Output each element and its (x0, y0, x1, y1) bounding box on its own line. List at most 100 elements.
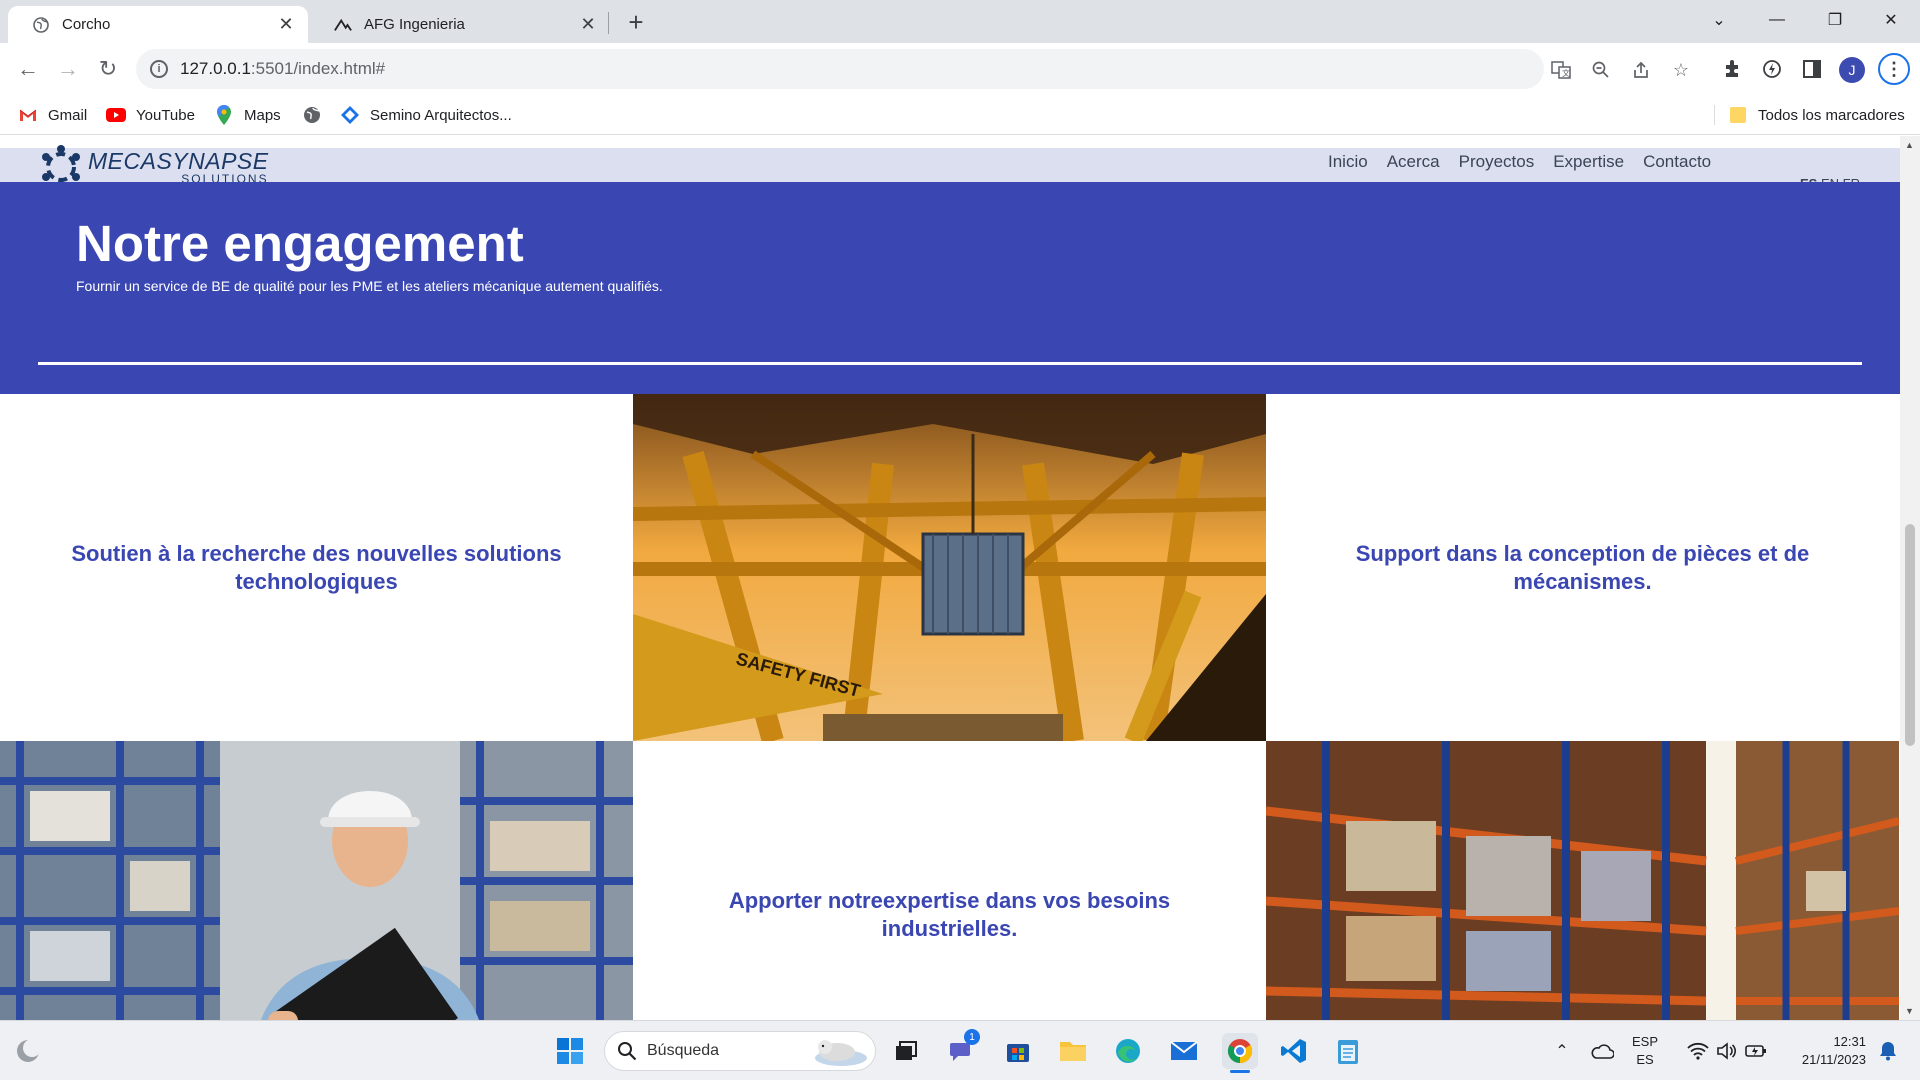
taskbar-search[interactable]: Búsqueda (604, 1031, 876, 1071)
restore-button[interactable]: ❐ (1806, 0, 1864, 40)
bookmark-semino[interactable]: Semino Arquitectos... (340, 103, 512, 127)
scroll-up-arrow-icon[interactable]: ▲ (1905, 140, 1914, 150)
nav-contacto[interactable]: Contacto (1643, 152, 1711, 172)
bookmarks-divider (1714, 105, 1715, 125)
notepad-icon[interactable] (1330, 1033, 1366, 1069)
bookmark-star-icon[interactable]: ☆ (1670, 59, 1692, 81)
search-label: Búsqueda (647, 1042, 720, 1059)
folder-icon (1728, 105, 1748, 125)
all-bookmarks-folder[interactable]: Todos los marcadores (1728, 103, 1905, 127)
windows-taskbar: Búsqueda 1 ⌃ ESP ES 12:31 21/11/2023 (0, 1020, 1920, 1080)
new-tab-button[interactable]: + (622, 7, 650, 37)
side-panel-icon[interactable] (1800, 57, 1824, 81)
page-scrollbar[interactable]: ▲ ▼ (1900, 136, 1920, 1020)
bookmark-gmail[interactable]: Gmail (18, 103, 87, 127)
input-language-indicator[interactable]: ESP ES (1632, 1033, 1658, 1068)
youtube-icon (106, 105, 126, 125)
photo-warehouse-aisle (1266, 741, 1899, 1020)
tab-divider (608, 12, 609, 34)
tab-corcho[interactable]: Corcho ✕ (8, 6, 308, 43)
browser-toolbar: ← → ↻ i 127.0.0.1:5501/index.html# 文 ☆ J… (0, 43, 1920, 95)
clock[interactable]: 12:31 21/11/2023 (1786, 1033, 1866, 1068)
diamond-icon (340, 105, 360, 125)
page-viewport: MECASYNAPSE SOLUTIONS Inicio Acerca Proy… (0, 136, 1900, 1020)
onedrive-cloud-icon[interactable] (1584, 1033, 1620, 1069)
lang-bottom: ES (1636, 1051, 1654, 1067)
show-hidden-icons-icon[interactable]: ⌃ (1544, 1033, 1580, 1069)
nav-acerca[interactable]: Acerca (1387, 152, 1440, 172)
photo-warehouse-engineer (0, 741, 633, 1020)
close-tab-icon[interactable]: ✕ (274, 13, 298, 37)
hero-subtitle: Fournir un service de BE de qualité pour… (76, 278, 663, 294)
globe-icon (302, 105, 322, 125)
photo-port-crane: SAFETY FIRST (633, 394, 1266, 741)
lang-top: ESP (1632, 1034, 1659, 1049)
minimize-button[interactable]: — (1748, 0, 1806, 40)
teams-chat-icon[interactable]: 1 (944, 1029, 980, 1069)
profile-avatar[interactable]: J (1839, 57, 1865, 83)
translate-icon[interactable]: 文 (1550, 59, 1572, 81)
afg-logo-icon (334, 16, 352, 34)
nav-expertise[interactable]: Expertise (1553, 152, 1624, 172)
clock-date: 21/11/2023 (1801, 1051, 1866, 1067)
gmail-icon (18, 105, 38, 125)
bookmark-maps[interactable]: Maps (214, 103, 281, 127)
url-host: 127.0.0.1 (180, 59, 251, 78)
share-icon[interactable] (1630, 59, 1652, 81)
performance-icon[interactable] (1760, 57, 1784, 81)
site-navbar: MECASYNAPSE SOLUTIONS Inicio Acerca Proy… (0, 145, 1900, 191)
start-button[interactable] (552, 1033, 588, 1069)
scrollbar-thumb[interactable] (1905, 524, 1915, 746)
nav-inicio[interactable]: Inicio (1328, 152, 1368, 172)
hero-divider (38, 362, 1862, 365)
tab-search-chevron-icon[interactable]: ⌄ (1690, 0, 1748, 40)
bookmark-label: Maps (244, 106, 281, 124)
card-expertise-text: Apporter notreexpertise dans vos besoins… (728, 888, 1171, 941)
mail-icon[interactable] (1166, 1033, 1202, 1069)
microsoft-store-icon[interactable] (1000, 1033, 1036, 1069)
chrome-menu-button[interactable]: ⋮ (1878, 53, 1910, 85)
seal-search-highlight-icon (807, 1036, 869, 1073)
bookmark-youtube[interactable]: YouTube (106, 103, 195, 127)
bookmark-globe[interactable] (302, 103, 332, 127)
clock-time: 12:31 (1833, 1034, 1866, 1049)
address-bar[interactable]: i 127.0.0.1:5501/index.html# 文 ☆ (136, 49, 1689, 89)
close-tab-icon[interactable]: ✕ (576, 13, 600, 37)
card-design-support: Support dans la conception de pièces et … (1266, 394, 1899, 741)
active-app-indicator (1230, 1070, 1250, 1073)
svg-text:文: 文 (1562, 68, 1570, 78)
hero-section: Notre engagement Fournir un service de B… (0, 182, 1900, 394)
file-explorer-icon[interactable] (1055, 1033, 1091, 1069)
extensions-icon[interactable] (1720, 57, 1744, 81)
search-icon (617, 1041, 637, 1061)
reload-button[interactable]: ↻ (92, 53, 124, 85)
all-bookmarks-label: Todos los marcadores (1758, 106, 1905, 124)
site-info-icon[interactable]: i (150, 60, 168, 78)
url-path: :5501/index.html# (250, 59, 386, 78)
edge-browser-icon[interactable] (1110, 1033, 1146, 1069)
chat-badge: 1 (964, 1029, 980, 1045)
bookmarks-bar: Gmail YouTube Maps Semino Arquitectos...… (0, 95, 1920, 135)
card-expertise: Apporter notreexpertise dans vos besoins… (633, 741, 1266, 1020)
card-design-text: Support dans la conception de pièces et … (1355, 541, 1810, 594)
url-text: 127.0.0.1:5501/index.html# (180, 59, 385, 79)
notifications-bell-icon[interactable] (1870, 1033, 1906, 1069)
zoom-icon[interactable] (1590, 59, 1612, 81)
bookmark-label: YouTube (136, 106, 195, 124)
close-window-button[interactable]: ✕ (1862, 0, 1920, 40)
back-button[interactable]: ← (12, 53, 44, 85)
forward-button[interactable]: → (52, 53, 84, 85)
maps-icon (214, 105, 234, 125)
tab-afg-ingenieria[interactable]: AFG Ingenieria ✕ (310, 6, 610, 43)
globe-icon (32, 16, 50, 34)
task-view-icon[interactable] (888, 1033, 924, 1069)
nav-proyectos[interactable]: Proyectos (1459, 152, 1535, 172)
vscode-icon[interactable] (1276, 1033, 1312, 1069)
battery-icon[interactable] (1738, 1033, 1774, 1069)
chrome-taskbar-icon[interactable] (1222, 1033, 1258, 1073)
main-nav: Inicio Acerca Proyectos Expertise Contac… (1328, 152, 1730, 172)
weather-widget-icon[interactable] (10, 1033, 46, 1069)
tab-title: Corcho (62, 16, 111, 33)
scroll-down-arrow-icon[interactable]: ▼ (1905, 1006, 1914, 1016)
card-research-text: Soutien à la recherche des nouvelles sol… (71, 541, 562, 594)
